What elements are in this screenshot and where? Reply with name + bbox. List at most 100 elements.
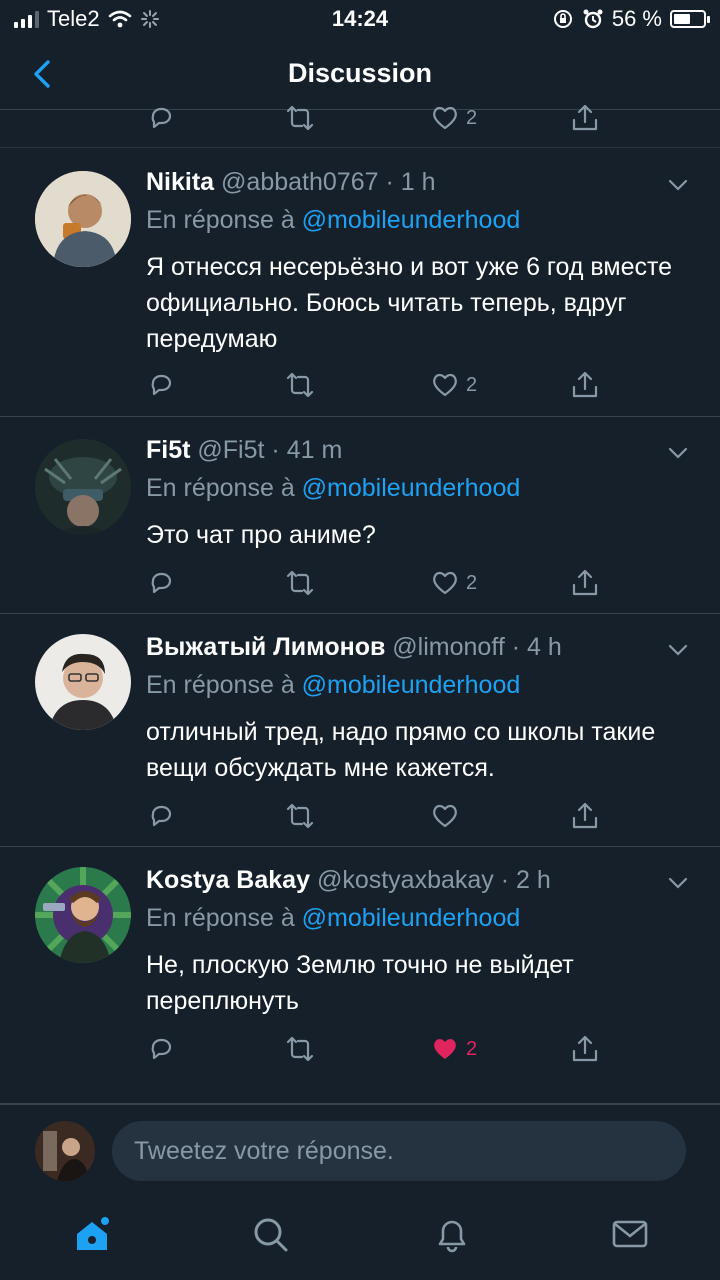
tweet[interactable]: Kostya Bakay @kostyaxbakay · 2 h En répo… [0,847,720,1104]
alarm-icon [583,9,603,29]
messages-icon[interactable] [610,1214,650,1254]
tweet[interactable]: Fi5t @Fi5t · 41 m En réponse à @mobileun… [0,417,720,614]
share-button[interactable] [570,365,600,405]
like-count: 2 [466,373,478,396]
author-handle[interactable]: @kostyaxbakay [317,866,494,894]
retweet-button[interactable] [284,365,316,405]
reply-icon [151,107,172,129]
user-avatar-image [35,1121,95,1181]
like-button[interactable]: 2 [430,1029,477,1069]
notifications-icon[interactable] [432,1214,472,1254]
author-name[interactable]: Kostya Bakay [146,866,310,894]
author-handle[interactable]: @limonoff [392,633,504,661]
author-name[interactable]: Fi5t [146,436,190,464]
heart-filled-icon [434,1039,456,1059]
reply-input[interactable]: Tweetez votre réponse. [112,1121,686,1181]
author-handle[interactable]: @abbath0767 [221,168,378,196]
tweet-meta: Fi5t @Fi5t · 41 m [146,433,680,467]
battery-fill [674,14,690,24]
reply-prefix: En réponse à [146,904,295,932]
tweet[interactable]: Выжатый Лимонов @limonoff · 4 h En répon… [0,614,720,847]
reply-button[interactable] [146,796,176,836]
tweet-actions: 2 [146,1029,620,1069]
share-button[interactable] [570,563,600,603]
tweet-meta: Nikita @abbath0767 · 1 h [146,165,680,199]
avatar-image [35,634,131,730]
reply-button[interactable] [146,1029,176,1069]
like-button[interactable]: 2 [430,563,477,603]
user-avatar[interactable] [35,1121,95,1181]
reply-button[interactable] [146,365,176,405]
author-name[interactable]: Выжатый Лимонов [146,633,385,661]
tweet-body: Nikita @abbath0767 · 1 h En réponse à @m… [146,165,680,357]
retweet-button[interactable] [284,1029,316,1069]
tweet-time: 1 h [400,168,436,196]
home-icon[interactable] [72,1214,112,1254]
heart-icon [433,804,457,828]
retweet-button[interactable] [284,563,316,603]
share-button[interactable] [570,100,600,138]
author-name[interactable]: Nikita [146,168,214,196]
battery-icon [670,10,710,28]
avatar[interactable] [35,867,131,963]
battery-label: 56 % [611,6,662,31]
tweet-actions [146,796,620,836]
reply-button[interactable] [146,563,176,603]
like-button[interactable] [430,796,466,836]
tweet-text: Это чат про аниме? [146,521,376,549]
avatar[interactable] [35,171,131,267]
reply-composer: Tweetez votre réponse. [0,1104,720,1196]
tweet-meta: Kostya Bakay @kostyaxbakay · 2 h [146,863,680,897]
reply-prefix: En réponse à [146,474,295,502]
avatar-image [35,171,131,267]
meta-separator: · [493,866,516,894]
tweet-body: Выжатый Лимонов @limonoff · 4 h En répon… [146,630,680,786]
share-button[interactable] [570,1029,600,1069]
share-icon [572,569,598,596]
chevron-down-icon[interactable] [666,441,690,465]
meta-separator: · [504,633,527,661]
reply-mention[interactable]: @mobileunderhood [302,671,521,699]
share-button[interactable] [570,796,600,836]
status-bar: Tele2 14:24 56 % [0,0,720,40]
avatar-image [35,439,131,535]
retweet-button[interactable] [284,796,316,836]
retweet-icon [286,570,314,596]
meta-separator: · [378,168,401,196]
tweet-text: Не, плоскую Землю точно не выйдет перепл… [146,951,574,1015]
meta-separator: · [264,436,287,464]
page-title: Discussion [287,58,433,88]
like-button[interactable]: 2 [430,100,477,138]
previous-action-bar: 2 [146,100,620,138]
chevron-down-icon[interactable] [666,871,690,895]
reply-button[interactable] [146,100,176,138]
retweet-button[interactable] [284,100,316,138]
reply-mention[interactable]: @mobileunderhood [302,206,521,234]
chevron-down-icon[interactable] [666,638,690,662]
share-icon [572,371,598,398]
heart-icon [433,571,457,595]
chevron-down-icon[interactable] [666,173,690,197]
retweet-icon [286,803,314,829]
reply-icon [151,572,172,594]
reply-context: En réponse à @mobileunderhood [146,668,680,702]
reply-context: En réponse à @mobileunderhood [146,471,680,505]
heart-icon [433,373,457,397]
author-handle[interactable]: @Fi5t [197,436,264,464]
reply-context: En réponse à @mobileunderhood [146,901,680,935]
like-button[interactable]: 2 [430,365,477,405]
tweet-time: 4 h [526,633,562,661]
reply-mention[interactable]: @mobileunderhood [302,904,521,932]
retweet-icon [286,372,314,398]
reply-prefix: En réponse à [146,671,295,699]
tweet[interactable]: Nikita @abbath0767 · 1 h En réponse à @m… [0,149,720,417]
avatar[interactable] [35,439,131,535]
search-icon[interactable] [250,1214,290,1254]
reply-icon [151,1038,172,1060]
tab-bar [0,1196,720,1280]
retweet-icon [286,1036,314,1062]
avatar[interactable] [35,634,131,730]
reply-mention[interactable]: @mobileunderhood [302,474,521,502]
reply-icon [151,374,172,396]
like-count: 2 [466,106,478,129]
